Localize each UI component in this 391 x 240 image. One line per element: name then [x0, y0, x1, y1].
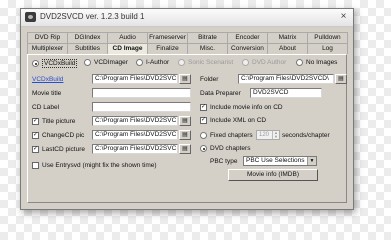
checkbox-label: ChangeCD pic	[42, 132, 85, 139]
checkbox-label: Title picture	[42, 118, 76, 125]
radio-label: Sonic Scenarist	[188, 59, 234, 66]
radio-label: VCDxBuild	[42, 59, 78, 68]
radio-label: DVD Author	[252, 59, 287, 66]
program-path-field[interactable]: C:\Program Files\DVD2SVC	[92, 74, 178, 84]
checkbox-label: Include movie info on CD	[210, 104, 283, 111]
radio-label: No Images	[306, 59, 338, 66]
tab-dvd-rip[interactable]: DVD Rip	[27, 32, 68, 43]
folder-path-field[interactable]: C:\Program Files\DVD2SVCD\	[238, 74, 334, 84]
pbc-type-label: PBC type	[210, 158, 238, 165]
changecd-picture-checkbox[interactable]: ✓ ChangeCD pic	[32, 132, 84, 139]
radio-label: I-Author	[146, 59, 170, 66]
radio-fixed-chapters[interactable]: Fixed chapters	[200, 132, 253, 139]
folder-label: Folder	[200, 76, 219, 83]
folder-icon[interactable]: ▤	[179, 144, 191, 154]
movie-info-imdb-button[interactable]: Movie info (IMDB)	[228, 169, 318, 181]
tab-cd-image[interactable]: CD Image	[107, 43, 148, 54]
cd-label-field[interactable]	[92, 102, 191, 112]
tab-pulldown[interactable]: Pulldown	[307, 32, 348, 43]
folder-icon[interactable]: ▤	[179, 74, 191, 84]
select-value: PBC Use Selections	[246, 157, 305, 164]
radio-dvd-author[interactable]: DVD Author	[242, 59, 286, 66]
data-preparer-label: Data Preparer	[200, 90, 241, 97]
title-picture-checkbox[interactable]: ✓ Title picture	[32, 118, 75, 125]
check-icon: ✓	[200, 117, 207, 124]
folder-icon[interactable]: ▤	[179, 116, 191, 126]
data-preparer-field[interactable]: DVD2SVCD	[250, 88, 322, 98]
title-picture-path[interactable]: C:\Program Files\DVD2SVC	[92, 116, 178, 126]
radio-indicator	[178, 59, 185, 66]
movie-title-field[interactable]	[92, 88, 191, 98]
cd-label-label: CD Label	[32, 104, 60, 111]
folder-icon[interactable]: ▤	[335, 74, 347, 84]
tab-subtitles[interactable]: Subtitles	[67, 43, 108, 54]
window-title: DVD2SVCD ver. 1.2.3 build 1	[40, 12, 145, 21]
chapter-interval-spinner[interactable]: 120 ▲ ▼	[256, 130, 280, 140]
check-icon: ✓	[200, 104, 207, 111]
checkbox-label: Use Entrysvd (might fix the shown time)	[42, 162, 157, 169]
folder-icon[interactable]: ▤	[179, 130, 191, 140]
radio-indicator	[200, 145, 207, 152]
radio-indicator	[84, 59, 91, 66]
radio-indicator	[200, 132, 207, 139]
tab-misc[interactable]: Misc.	[187, 43, 228, 54]
checkbox-label: Include XML on CD	[210, 117, 267, 124]
radio-vcdimager[interactable]: VCDImager	[84, 59, 128, 66]
radio-indicator	[296, 59, 303, 66]
radio-indicator	[136, 59, 143, 66]
radio-sonic-scenarist[interactable]: Sonic Scenarist	[178, 59, 233, 66]
tab-audio[interactable]: Audio	[107, 32, 148, 43]
check-icon: ✓	[32, 146, 39, 153]
tab-dgindex[interactable]: DGIndex	[67, 32, 108, 43]
lastcd-picture-checkbox[interactable]: ✓ LastCD picture	[32, 146, 85, 153]
tab-multiplexer[interactable]: Multiplexer	[27, 43, 68, 54]
cd-image-panel: VCDxBuild VCDImager I-Author Sonic Scena…	[27, 54, 347, 203]
radio-no-images[interactable]: No Images	[296, 59, 337, 66]
spinner-arrows-icon[interactable]: ▲ ▼	[272, 131, 279, 139]
tab-log[interactable]: Log	[307, 43, 348, 54]
radio-indicator	[242, 59, 249, 66]
tab-about[interactable]: About	[267, 43, 308, 54]
tab-matrix[interactable]: Matrix	[267, 32, 308, 43]
include-xml-checkbox[interactable]: ✓ Include XML on CD	[200, 117, 266, 124]
tab-frameserver[interactable]: Frameserver	[147, 32, 188, 43]
pbc-type-select[interactable]: PBC Use Selections ▼	[243, 156, 317, 166]
radio-indicator	[32, 60, 39, 67]
check-icon: ✓	[32, 118, 39, 125]
radio-vcdxbuild[interactable]: VCDxBuild	[32, 59, 78, 68]
tab-encoder[interactable]: Encoder	[227, 32, 268, 43]
tab-finalize[interactable]: Finalize	[147, 43, 188, 54]
radio-label: VCDImager	[94, 59, 128, 66]
radio-i-author[interactable]: I-Author	[136, 59, 169, 66]
seconds-per-chapter-label: seconds/chapter	[282, 132, 330, 139]
lastcd-picture-path[interactable]: C:\Program Files\DVD2SVC	[92, 144, 178, 154]
dropdown-arrow-icon[interactable]: ▼	[307, 157, 316, 165]
radio-dvd-chapters[interactable]: DVD chapters	[200, 145, 250, 152]
tab-conversion[interactable]: Conversion	[227, 43, 268, 54]
tab-row-2: Multiplexer Subtitles CD Image Finalize …	[27, 43, 348, 54]
checkbox-box	[32, 162, 39, 169]
changecd-picture-path[interactable]: C:\Program Files\DVD2SVC	[92, 130, 178, 140]
spinner-value: 120	[259, 132, 270, 138]
check-icon: ✓	[32, 132, 39, 139]
radio-label: Fixed chapters	[210, 132, 253, 139]
title-bar: DVD2SVCD ver. 1.2.3 build 1 ×	[21, 9, 353, 27]
checkbox-label: LastCD picture	[42, 146, 85, 153]
vcdxbuild-link[interactable]: VCDxBuild	[32, 76, 63, 83]
include-movie-info-checkbox[interactable]: ✓ Include movie info on CD	[200, 104, 283, 111]
app-icon	[25, 12, 36, 22]
tab-row-1: DVD Rip DGIndex Audio Frameserver Bitrat…	[27, 32, 348, 43]
tab-bitrate[interactable]: Bitrate	[187, 32, 228, 43]
radio-label: DVD chapters	[210, 145, 251, 152]
use-entrysvd-checkbox[interactable]: Use Entrysvd (might fix the shown time)	[32, 162, 157, 169]
close-button[interactable]: ×	[337, 11, 350, 23]
app-window: DVD2SVCD ver. 1.2.3 build 1 × DVD Rip DG…	[20, 8, 354, 210]
movie-title-label: Movie title	[32, 90, 62, 97]
